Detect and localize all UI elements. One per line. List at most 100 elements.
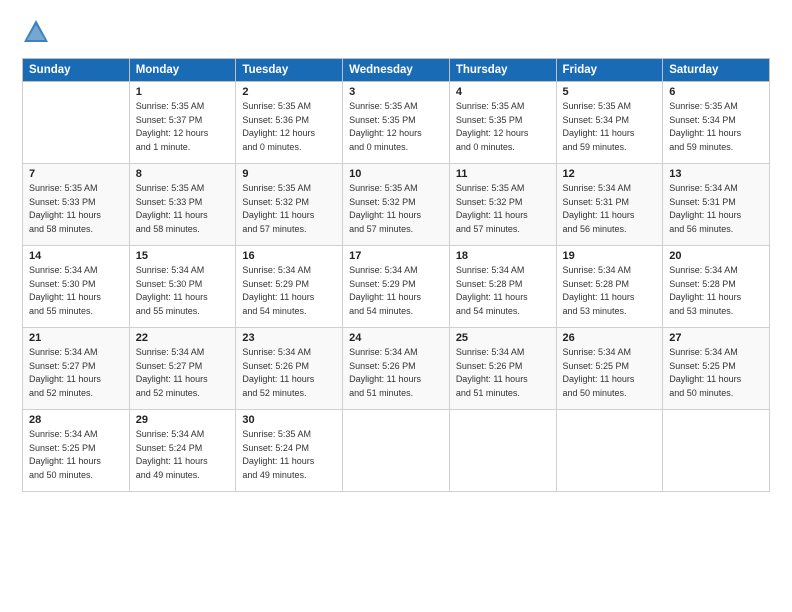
day-info: Sunrise: 5:34 AMSunset: 5:25 PMDaylight:… [29, 428, 123, 482]
day-info: Sunrise: 5:35 AMSunset: 5:35 PMDaylight:… [349, 100, 443, 154]
week-row-4: 21 Sunrise: 5:34 AMSunset: 5:27 PMDayligh… [23, 328, 770, 410]
calendar-cell: 11 Sunrise: 5:35 AMSunset: 5:32 PMDayligh… [449, 164, 556, 246]
day-number: 28 [29, 414, 123, 426]
day-info: Sunrise: 5:35 AMSunset: 5:33 PMDaylight:… [29, 182, 123, 236]
day-info: Sunrise: 5:35 AMSunset: 5:36 PMDaylight:… [242, 100, 336, 154]
day-number: 27 [669, 332, 763, 344]
calendar-cell [556, 410, 663, 492]
day-info: Sunrise: 5:35 AMSunset: 5:34 PMDaylight:… [669, 100, 763, 154]
calendar-cell [663, 410, 770, 492]
calendar-cell: 22Sunrise: 5:34 AMSunset: 5:27 PMDayligh… [129, 328, 236, 410]
calendar-header: SundayMondayTuesdayWednesdayThursdayFrid… [23, 59, 770, 82]
day-number: 30 [242, 414, 336, 426]
day-info: Sunrise: 5:34 AMSunset: 5:31 PMDaylight:… [563, 182, 657, 236]
day-number: 14 [29, 250, 123, 262]
calendar-cell: 30Sunrise: 5:35 AMSunset: 5:24 PMDayligh… [236, 410, 343, 492]
week-row-3: 14 Sunrise: 5:34 AMSunset: 5:30 PMDayligh… [23, 246, 770, 328]
day-number: 7 [29, 168, 123, 180]
day-info: Sunrise: 5:35 AMSunset: 5:35 PMDaylight:… [456, 100, 550, 154]
day-number: 25 [456, 332, 550, 344]
day-info: Sunrise: 5:35 AMSunset: 5:37 PMDaylight:… [136, 100, 230, 154]
calendar-cell: 7 Sunrise: 5:35 AMSunset: 5:33 PMDaylight… [23, 164, 130, 246]
day-info: Sunrise: 5:34 AMSunset: 5:27 PMDaylight:… [136, 346, 230, 400]
calendar-cell: 3 Sunrise: 5:35 AMSunset: 5:35 PMDaylight… [343, 82, 450, 164]
day-number: 20 [669, 250, 763, 262]
week-row-2: 7 Sunrise: 5:35 AMSunset: 5:33 PMDaylight… [23, 164, 770, 246]
header-day-friday: Friday [556, 59, 663, 82]
calendar-cell: 1 Sunrise: 5:35 AMSunset: 5:37 PMDaylight… [129, 82, 236, 164]
calendar-cell: 16 Sunrise: 5:34 AMSunset: 5:29 PMDayligh… [236, 246, 343, 328]
day-info: Sunrise: 5:34 AMSunset: 5:30 PMDaylight:… [29, 264, 123, 318]
calendar-cell: 25 Sunrise: 5:34 AMSunset: 5:26 PMDayligh… [449, 328, 556, 410]
day-number: 9 [242, 168, 336, 180]
day-info: Sunrise: 5:35 AMSunset: 5:32 PMDaylight:… [456, 182, 550, 236]
calendar-cell: 29 Sunrise: 5:34 AMSunset: 5:24 PMDayligh… [129, 410, 236, 492]
header-day-wednesday: Wednesday [343, 59, 450, 82]
day-number: 16 [242, 250, 336, 262]
day-number: 8 [136, 168, 230, 180]
day-number: 11 [456, 168, 550, 180]
day-info: Sunrise: 5:35 AMSunset: 5:32 PMDaylight:… [349, 182, 443, 236]
day-info: Sunrise: 5:34 AMSunset: 5:28 PMDaylight:… [669, 264, 763, 318]
calendar-cell: 27 Sunrise: 5:34 AMSunset: 5:25 PMDayligh… [663, 328, 770, 410]
page: SundayMondayTuesdayWednesdayThursdayFrid… [0, 0, 792, 502]
header-day-saturday: Saturday [663, 59, 770, 82]
day-info: Sunrise: 5:34 AMSunset: 5:24 PMDaylight:… [136, 428, 230, 482]
logo-icon [22, 18, 50, 46]
calendar-cell [449, 410, 556, 492]
day-info: Sunrise: 5:34 AMSunset: 5:25 PMDaylight:… [563, 346, 657, 400]
day-info: Sunrise: 5:34 AMSunset: 5:28 PMDaylight:… [563, 264, 657, 318]
header-day-tuesday: Tuesday [236, 59, 343, 82]
day-info: Sunrise: 5:34 AMSunset: 5:26 PMDaylight:… [456, 346, 550, 400]
day-number: 3 [349, 86, 443, 98]
day-number: 21 [29, 332, 123, 344]
day-info: Sunrise: 5:34 AMSunset: 5:27 PMDaylight:… [29, 346, 123, 400]
calendar-table: SundayMondayTuesdayWednesdayThursdayFrid… [22, 58, 770, 492]
day-number: 5 [563, 86, 657, 98]
calendar-cell: 20 Sunrise: 5:34 AMSunset: 5:28 PMDayligh… [663, 246, 770, 328]
calendar-cell: 2 Sunrise: 5:35 AMSunset: 5:36 PMDaylight… [236, 82, 343, 164]
day-info: Sunrise: 5:34 AMSunset: 5:29 PMDaylight:… [242, 264, 336, 318]
calendar-cell: 10 Sunrise: 5:35 AMSunset: 5:32 PMDayligh… [343, 164, 450, 246]
day-number: 19 [563, 250, 657, 262]
calendar-cell: 5 Sunrise: 5:35 AMSunset: 5:34 PMDaylight… [556, 82, 663, 164]
calendar-cell: 9 Sunrise: 5:35 AMSunset: 5:32 PMDaylight… [236, 164, 343, 246]
day-number: 1 [136, 86, 230, 98]
day-number: 17 [349, 250, 443, 262]
calendar-cell: 15Sunrise: 5:34 AMSunset: 5:30 PMDayligh… [129, 246, 236, 328]
calendar-cell: 17 Sunrise: 5:34 AMSunset: 5:29 PMDayligh… [343, 246, 450, 328]
day-number: 29 [136, 414, 230, 426]
day-number: 6 [669, 86, 763, 98]
calendar-cell: 12 Sunrise: 5:34 AMSunset: 5:31 PMDayligh… [556, 164, 663, 246]
day-info: Sunrise: 5:34 AMSunset: 5:29 PMDaylight:… [349, 264, 443, 318]
calendar-cell: 26Sunrise: 5:34 AMSunset: 5:25 PMDayligh… [556, 328, 663, 410]
calendar-cell: 8 Sunrise: 5:35 AMSunset: 5:33 PMDaylight… [129, 164, 236, 246]
day-number: 13 [669, 168, 763, 180]
day-info: Sunrise: 5:34 AMSunset: 5:25 PMDaylight:… [669, 346, 763, 400]
day-number: 18 [456, 250, 550, 262]
day-info: Sunrise: 5:34 AMSunset: 5:30 PMDaylight:… [136, 264, 230, 318]
header-day-sunday: Sunday [23, 59, 130, 82]
day-info: Sunrise: 5:35 AMSunset: 5:32 PMDaylight:… [242, 182, 336, 236]
calendar-cell: 14 Sunrise: 5:34 AMSunset: 5:30 PMDayligh… [23, 246, 130, 328]
calendar-cell: 13Sunrise: 5:34 AMSunset: 5:31 PMDayligh… [663, 164, 770, 246]
week-row-1: 1 Sunrise: 5:35 AMSunset: 5:37 PMDaylight… [23, 82, 770, 164]
calendar-cell: 6 Sunrise: 5:35 AMSunset: 5:34 PMDaylight… [663, 82, 770, 164]
header-day-monday: Monday [129, 59, 236, 82]
calendar-cell: 28 Sunrise: 5:34 AMSunset: 5:25 PMDayligh… [23, 410, 130, 492]
calendar-cell: 19 Sunrise: 5:34 AMSunset: 5:28 PMDayligh… [556, 246, 663, 328]
day-number: 10 [349, 168, 443, 180]
calendar-cell: 21 Sunrise: 5:34 AMSunset: 5:27 PMDayligh… [23, 328, 130, 410]
day-info: Sunrise: 5:35 AMSunset: 5:34 PMDaylight:… [563, 100, 657, 154]
day-number: 12 [563, 168, 657, 180]
day-number: 4 [456, 86, 550, 98]
calendar-body: 1 Sunrise: 5:35 AMSunset: 5:37 PMDaylight… [23, 82, 770, 492]
header-day-thursday: Thursday [449, 59, 556, 82]
day-number: 2 [242, 86, 336, 98]
day-info: Sunrise: 5:34 AMSunset: 5:26 PMDaylight:… [349, 346, 443, 400]
day-info: Sunrise: 5:34 AMSunset: 5:26 PMDaylight:… [242, 346, 336, 400]
header [22, 18, 770, 46]
calendar-cell: 24Sunrise: 5:34 AMSunset: 5:26 PMDayligh… [343, 328, 450, 410]
day-info: Sunrise: 5:34 AMSunset: 5:28 PMDaylight:… [456, 264, 550, 318]
day-info: Sunrise: 5:35 AMSunset: 5:33 PMDaylight:… [136, 182, 230, 236]
